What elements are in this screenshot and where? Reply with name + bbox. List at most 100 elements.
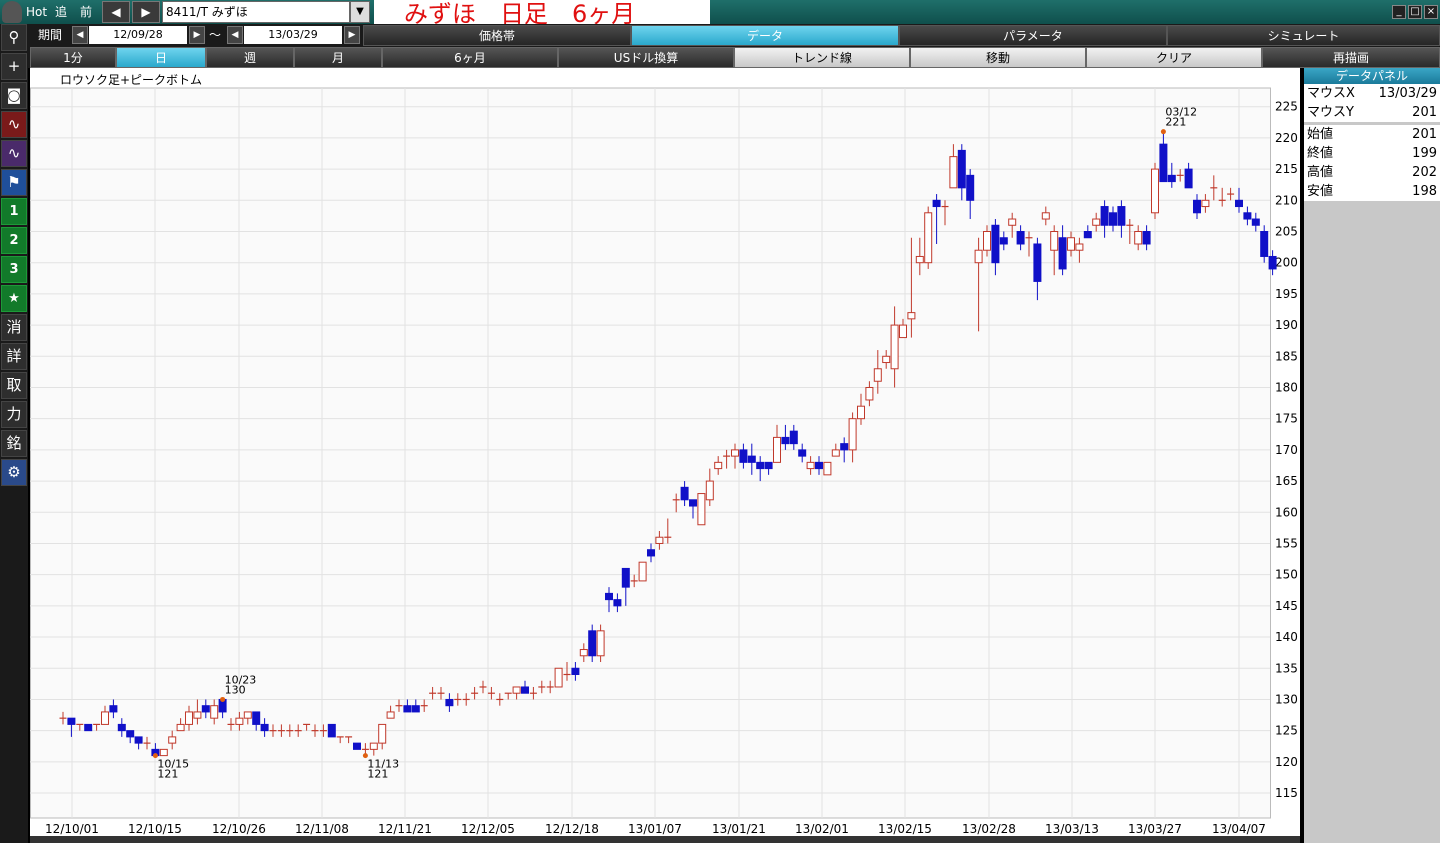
candle-body: [1260, 231, 1269, 257]
mouse-x-value: 13/03/29: [1378, 86, 1437, 101]
tab-usd-convert[interactable]: USドル換算: [558, 47, 734, 68]
candle-body: [445, 698, 454, 707]
tab-1min[interactable]: 1分: [30, 47, 116, 68]
candle-body: [983, 231, 991, 251]
candle-body: [579, 649, 588, 657]
arrow-right-icon[interactable]: ▶: [344, 26, 360, 44]
add-button[interactable]: 追: [55, 2, 67, 22]
chart-purple-icon[interactable]: ∿: [1, 140, 27, 167]
high-label: 高値: [1307, 165, 1334, 180]
arrow-right-icon[interactable]: ▶: [189, 26, 205, 44]
camera-icon[interactable]: ◙: [1, 82, 27, 109]
tab-trendline[interactable]: トレンド線: [734, 47, 910, 68]
tab-data[interactable]: データ: [631, 25, 899, 46]
tab-parameter[interactable]: パラメータ: [899, 25, 1167, 46]
candle-body: [840, 443, 849, 451]
candle-body: [848, 418, 857, 451]
chart-area[interactable]: 115 120 125 130 135 140 145 150 155 160 165 170 175 1…: [30, 68, 1300, 843]
data-panel-title: データパネル: [1304, 68, 1440, 84]
open-value: 201: [1412, 127, 1437, 142]
arrow-left-icon[interactable]: ◀: [72, 26, 88, 44]
candle-body: [101, 711, 109, 725]
hot-button[interactable]: Hot: [26, 2, 47, 22]
x-tick-label: 13/01/21: [712, 822, 766, 836]
star-icon[interactable]: ★: [1, 285, 27, 312]
y-tick-label: 190: [1275, 318, 1298, 332]
candlestick-chart[interactable]: 115 120 125 130 135 140 145 150 155 160 165 170 175 1…: [30, 68, 1300, 843]
prev-button[interactable]: 前: [80, 2, 92, 22]
chevron-down-icon[interactable]: ▼: [350, 1, 370, 23]
candle-body: [134, 736, 143, 744]
preset-1-icon[interactable]: 1: [1, 198, 27, 225]
crosshair-icon[interactable]: +: [1, 53, 27, 80]
candle-body: [1243, 212, 1252, 220]
arrow-left-icon[interactable]: ◀: [102, 1, 130, 23]
candle-body: [588, 630, 597, 657]
y-tick-label: 220: [1275, 131, 1298, 145]
flag-icon[interactable]: ⚑: [1, 169, 27, 196]
tab-simulate[interactable]: シミュレート: [1167, 25, 1440, 46]
erase-icon[interactable]: 消: [1, 314, 27, 341]
candle-body: [1117, 206, 1126, 226]
preset-3-icon[interactable]: 3: [1, 256, 27, 283]
candle-body: [1067, 237, 1075, 251]
gear-icon[interactable]: ⚙: [1, 459, 27, 486]
low-value: 198: [1412, 184, 1437, 199]
y-tick-label: 145: [1275, 599, 1298, 613]
candle-body: [411, 705, 420, 713]
low-row: 安値 198: [1304, 182, 1440, 201]
candle-body: [159, 748, 168, 757]
preset-2-icon[interactable]: 2: [1, 227, 27, 254]
x-tick-label: 13/03/27: [1128, 822, 1182, 836]
peak-marker: [220, 696, 226, 702]
brand-icon[interactable]: 銘: [1, 430, 27, 457]
tab-monthly[interactable]: 月: [294, 47, 382, 68]
candle-body: [781, 436, 790, 445]
tab-redraw[interactable]: 再描画: [1262, 47, 1440, 68]
candle-body: [84, 723, 93, 732]
search-icon[interactable]: ⚲: [1, 24, 27, 51]
maximize-button[interactable]: □: [1408, 5, 1422, 19]
tab-weekly[interactable]: 週: [206, 47, 294, 68]
peak-marker: [1160, 129, 1166, 135]
tab-move[interactable]: 移動: [910, 47, 1086, 68]
low-label: 安値: [1307, 184, 1334, 199]
lightbulb-icon[interactable]: [2, 1, 22, 23]
take-icon[interactable]: 取: [1, 372, 27, 399]
candle-body: [596, 630, 605, 657]
bottom-scroll-strip[interactable]: [30, 836, 1300, 843]
candle-body: [353, 742, 361, 750]
candle-body: [512, 686, 521, 694]
y-tick-label: 175: [1275, 412, 1298, 426]
tab-6months[interactable]: 6ヶ月: [382, 47, 558, 68]
y-tick-label: 135: [1275, 661, 1298, 675]
candle-body: [1075, 243, 1084, 251]
arrow-right-icon[interactable]: ▶: [132, 1, 160, 23]
chart-red-icon[interactable]: ∿: [1, 111, 27, 138]
tab-daily[interactable]: 日: [116, 47, 206, 68]
open-label: 始値: [1307, 127, 1334, 142]
tab-price-band[interactable]: 価格帯: [363, 25, 631, 46]
x-tick-label: 12/11/21: [378, 822, 432, 836]
close-button[interactable]: ×: [1424, 5, 1438, 19]
tilde-label: ～: [209, 28, 222, 42]
from-date-input[interactable]: 12/09/28: [89, 26, 187, 44]
arrow-left-icon[interactable]: ◀: [227, 26, 243, 44]
candle-body: [798, 449, 807, 457]
candle-body: [924, 212, 933, 264]
candle-body: [899, 324, 907, 339]
candle-body: [1083, 231, 1092, 239]
y-tick-label: 155: [1275, 536, 1298, 550]
tab-clear[interactable]: クリア: [1086, 47, 1262, 68]
to-date-input[interactable]: 13/03/29: [244, 26, 342, 44]
open-row: 始値 201: [1304, 125, 1440, 144]
symbol-input[interactable]: 8411/T みずほ: [162, 1, 350, 23]
candle-body: [789, 430, 798, 445]
candle-body: [949, 156, 958, 189]
detail-icon[interactable]: 詳: [1, 343, 27, 370]
y-tick-label: 130: [1275, 692, 1298, 706]
power-icon[interactable]: 力: [1, 401, 27, 428]
candle-body: [773, 436, 781, 463]
x-tick-label: 13/03/13: [1045, 822, 1099, 836]
minimize-button[interactable]: _: [1392, 5, 1406, 19]
